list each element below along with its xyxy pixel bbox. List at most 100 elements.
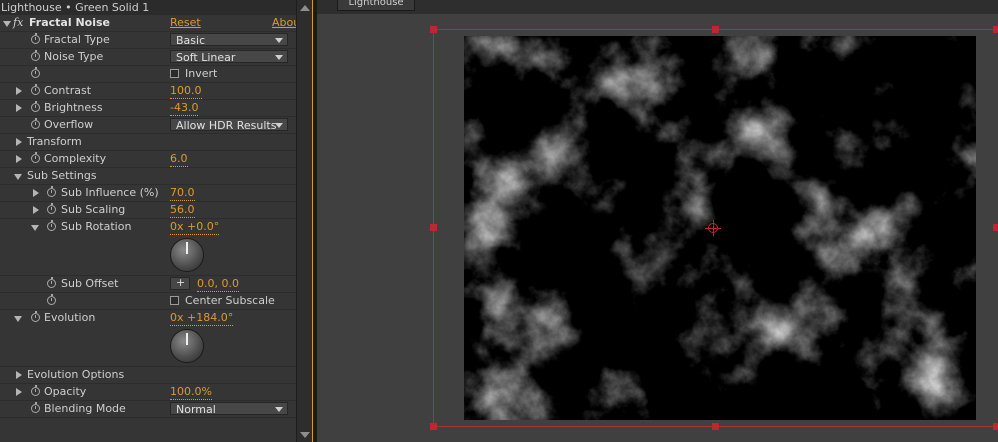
prop-label: Brightness xyxy=(44,101,103,114)
overflow-dropdown[interactable]: Allow HDR Results xyxy=(170,118,288,131)
composition-panel: Lighthouse xyxy=(317,0,998,442)
transform-handle[interactable] xyxy=(993,26,998,33)
prop-label: Sub Influence (%) xyxy=(61,186,159,199)
expand-triangle-icon[interactable] xyxy=(16,87,22,95)
prop-label: Contrast xyxy=(44,84,92,97)
transform-handle[interactable] xyxy=(712,26,719,33)
prop-label: Complexity xyxy=(44,152,107,165)
prop-brightness: Brightness -43.0 xyxy=(0,100,296,117)
collapse-triangle-icon[interactable] xyxy=(31,225,39,231)
fractal-type-dropdown[interactable]: Basic xyxy=(170,33,288,46)
effect-header-row[interactable]: fx Fractal Noise Reset Abou xyxy=(0,15,300,32)
group-sub-settings[interactable]: Sub Settings xyxy=(0,168,296,185)
invert-label: Invert xyxy=(185,67,218,80)
prop-evolution: Evolution 0x +184.0° xyxy=(0,310,296,367)
prop-center-subscale: Center Subscale xyxy=(0,293,296,310)
chevron-down-icon xyxy=(275,407,283,412)
noise-type-dropdown[interactable]: Soft Linear xyxy=(170,50,288,63)
invert-checkbox[interactable] xyxy=(170,69,179,78)
prop-noise-type: Noise Type Soft Linear xyxy=(0,49,296,66)
brightness-value[interactable]: -43.0 xyxy=(170,101,199,116)
group-evolution-options[interactable]: Evolution Options xyxy=(0,367,296,384)
contrast-value[interactable]: 100.0 xyxy=(170,84,202,99)
sub-influence-value[interactable]: 70.0 xyxy=(170,186,195,201)
scroll-up-arrow-icon[interactable] xyxy=(300,5,310,11)
stopwatch-icon[interactable] xyxy=(31,67,40,78)
collapse-triangle-icon[interactable] xyxy=(14,316,22,322)
stopwatch-icon[interactable] xyxy=(31,152,40,163)
collapse-triangle-icon[interactable] xyxy=(3,21,11,27)
composition-viewer[interactable] xyxy=(317,14,998,442)
effect-controls-panel: Lighthouse • Green Solid 1 fx Fractal No… xyxy=(0,0,312,442)
transform-handle[interactable] xyxy=(430,423,437,430)
composition-tab[interactable]: Lighthouse xyxy=(337,0,415,11)
chevron-down-icon xyxy=(275,38,283,43)
crosshair-icon[interactable] xyxy=(170,276,190,290)
stopwatch-icon[interactable] xyxy=(47,203,56,214)
transform-handle[interactable] xyxy=(993,224,998,231)
group-transform[interactable]: Transform xyxy=(0,134,296,151)
expand-triangle-icon[interactable] xyxy=(16,104,22,112)
stopwatch-icon[interactable] xyxy=(31,101,40,112)
transform-handle[interactable] xyxy=(712,423,719,430)
fx-icon[interactable]: fx xyxy=(13,16,23,30)
sub-offset-value[interactable]: 0.0, 0.0 xyxy=(197,277,239,292)
prop-complexity: Complexity 6.0 xyxy=(0,151,296,168)
stopwatch-icon[interactable] xyxy=(31,311,40,322)
sub-rotation-value[interactable]: 0x +0.0° xyxy=(170,220,220,235)
reset-link[interactable]: Reset xyxy=(170,16,201,30)
stopwatch-icon[interactable] xyxy=(31,118,40,129)
effect-controls-scrollbar[interactable] xyxy=(296,0,312,442)
transform-handle[interactable] xyxy=(430,26,437,33)
prop-label: Opacity xyxy=(44,385,87,398)
stopwatch-icon[interactable] xyxy=(47,277,56,288)
stopwatch-icon[interactable] xyxy=(31,402,40,413)
prop-label: Sub Offset xyxy=(61,277,119,290)
stopwatch-icon[interactable] xyxy=(31,385,40,396)
evolution-value[interactable]: 0x +184.0° xyxy=(170,311,234,326)
collapse-triangle-icon[interactable] xyxy=(14,174,22,180)
prop-sub-offset: Sub Offset 0.0, 0.0 xyxy=(0,276,296,293)
group-label: Evolution Options xyxy=(27,368,125,381)
prop-blending-mode: Blending Mode Normal xyxy=(0,401,296,418)
stopwatch-icon[interactable] xyxy=(47,186,56,197)
prop-sub-rotation: Sub Rotation 0x +0.0° xyxy=(0,219,296,276)
anchor-point-icon[interactable] xyxy=(705,220,721,236)
prop-label: Blending Mode xyxy=(44,402,126,415)
group-label: Transform xyxy=(27,135,82,148)
transform-handle[interactable] xyxy=(993,423,998,430)
sub-rotation-dial[interactable] xyxy=(170,238,204,272)
stopwatch-icon[interactable] xyxy=(31,50,40,61)
center-subscale-checkbox[interactable] xyxy=(170,296,179,305)
prop-opacity: Opacity 100.0% xyxy=(0,384,296,401)
stopwatch-icon[interactable] xyxy=(31,84,40,95)
expand-triangle-icon[interactable] xyxy=(16,371,22,379)
scroll-down-arrow-icon[interactable] xyxy=(300,432,310,438)
prop-overflow: Overflow Allow HDR Results xyxy=(0,117,296,134)
transform-handle[interactable] xyxy=(430,224,437,231)
prop-label: Evolution xyxy=(44,311,96,324)
expand-triangle-icon[interactable] xyxy=(33,189,39,197)
stopwatch-icon[interactable] xyxy=(47,294,56,305)
prop-label: Sub Scaling xyxy=(61,203,126,216)
expand-triangle-icon[interactable] xyxy=(16,155,22,163)
complexity-value[interactable]: 6.0 xyxy=(170,152,188,167)
expand-triangle-icon[interactable] xyxy=(33,206,39,214)
prop-sub-scaling: Sub Scaling 56.0 xyxy=(0,202,296,219)
stopwatch-icon[interactable] xyxy=(47,220,56,231)
expand-triangle-icon[interactable] xyxy=(16,388,22,396)
prop-fractal-type: Fractal Type Basic xyxy=(0,32,296,49)
opacity-value[interactable]: 100.0% xyxy=(170,385,212,400)
stopwatch-icon[interactable] xyxy=(31,33,40,44)
effect-name: Fractal Noise xyxy=(29,16,111,29)
prop-sub-influence: Sub Influence (%) 70.0 xyxy=(0,185,296,202)
evolution-dial[interactable] xyxy=(170,329,204,363)
group-label: Sub Settings xyxy=(27,169,97,182)
prop-label: Overflow xyxy=(44,118,94,131)
sub-scaling-value[interactable]: 56.0 xyxy=(170,203,195,218)
blending-mode-dropdown[interactable]: Normal xyxy=(170,402,288,415)
chevron-down-icon xyxy=(275,123,283,128)
expand-triangle-icon[interactable] xyxy=(16,138,22,146)
prop-label: Sub Rotation xyxy=(61,220,132,233)
chevron-down-icon xyxy=(275,55,283,60)
